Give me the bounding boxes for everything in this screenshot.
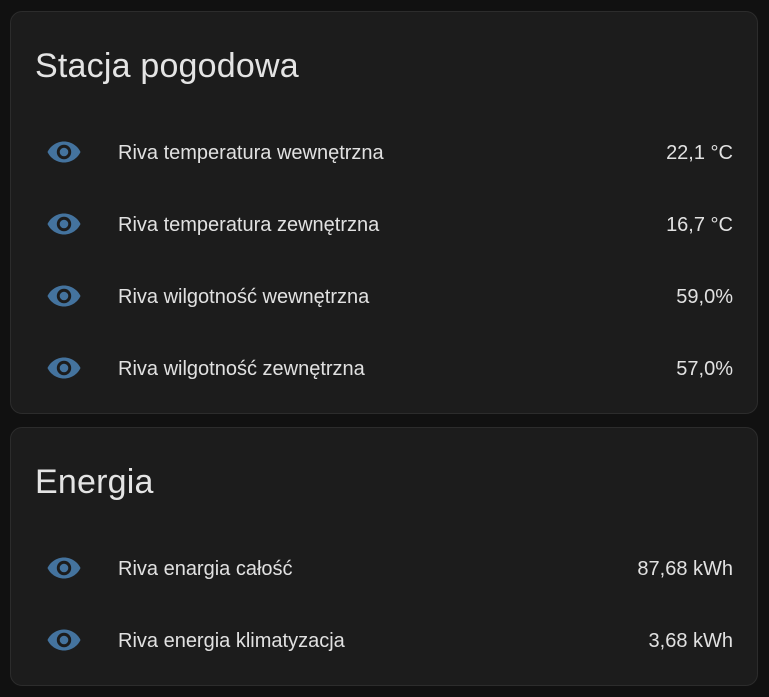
entity-value: 22,1 °C bbox=[666, 142, 733, 164]
eye-icon[interactable] bbox=[47, 212, 81, 236]
entity-row[interactable]: Riva enargia całość 87,68 kWh bbox=[11, 536, 757, 608]
entity-name[interactable]: Riva enargia całość bbox=[118, 556, 293, 582]
entity-name[interactable]: Riva temperatura wewnętrzna bbox=[118, 140, 384, 166]
eye-icon[interactable] bbox=[47, 556, 81, 580]
card-title: Stacja pogodowa bbox=[35, 47, 299, 85]
card-title: Energia bbox=[35, 463, 154, 501]
energy-card: Energia Riva enargia całość 87,68 kWh Ri… bbox=[10, 427, 758, 686]
entity-name[interactable]: Riva wilgotność zewnętrzna bbox=[118, 356, 365, 382]
entity-row[interactable]: Riva wilgotność zewnętrzna 57,0% bbox=[11, 336, 757, 408]
entity-name[interactable]: Riva wilgotność wewnętrzna bbox=[118, 284, 369, 310]
eye-icon[interactable] bbox=[47, 140, 81, 164]
entity-row[interactable]: Riva temperatura wewnętrzna 22,1 °C bbox=[11, 120, 757, 192]
eye-icon[interactable] bbox=[47, 284, 81, 308]
eye-icon[interactable] bbox=[47, 628, 81, 652]
eye-icon[interactable] bbox=[47, 356, 81, 380]
entity-value: 87,68 kWh bbox=[637, 558, 733, 580]
entity-value: 59,0% bbox=[676, 286, 733, 308]
entity-value: 16,7 °C bbox=[666, 214, 733, 236]
entity-row[interactable]: Riva wilgotność wewnętrzna 59,0% bbox=[11, 264, 757, 336]
entity-value: 57,0% bbox=[676, 358, 733, 380]
entity-row[interactable]: Riva energia klimatyzacja 3,68 kWh bbox=[11, 608, 757, 680]
weather-station-card: Stacja pogodowa Riva temperatura wewnętr… bbox=[10, 11, 758, 414]
entity-row[interactable]: Riva temperatura zewnętrzna 16,7 °C bbox=[11, 192, 757, 264]
entity-name[interactable]: Riva energia klimatyzacja bbox=[118, 628, 345, 654]
entity-name[interactable]: Riva temperatura zewnętrzna bbox=[118, 212, 379, 238]
entity-value: 3,68 kWh bbox=[648, 630, 733, 652]
